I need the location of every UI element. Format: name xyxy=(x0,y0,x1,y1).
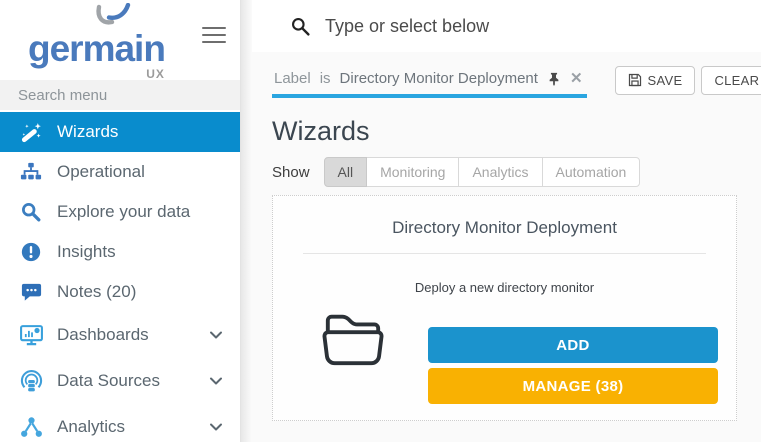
sidebar: germain UX Wizards Operational Explore you… xyxy=(0,0,240,442)
search-icon xyxy=(290,16,311,37)
tab-analytics[interactable]: Analytics xyxy=(458,157,542,187)
filter-row: Label is Directory Monitor Deployment ✕ xyxy=(272,62,761,98)
sidebar-nav: Wizards Operational Explore your data Insig… xyxy=(0,112,240,442)
page-title: Wizards xyxy=(272,116,761,147)
germain-logo: germain UX xyxy=(28,30,165,67)
card-divider xyxy=(303,253,706,254)
clear-button-label: CLEAR xyxy=(714,73,759,88)
sidebar-scrollbar[interactable] xyxy=(240,0,252,442)
folder-open-icon xyxy=(319,307,387,369)
wizard-card-buttons: ADD MANAGE (38) xyxy=(428,327,718,404)
wizard-card-description: Deploy a new directory monitor xyxy=(273,280,736,295)
tab-all[interactable]: All xyxy=(324,157,368,187)
show-tab-group: AllMonitoringAnalyticsAutomation xyxy=(324,157,641,187)
sidebar-header: germain UX xyxy=(0,0,240,80)
sidebar-item-label: Operational xyxy=(57,162,145,182)
brand-sub: UX xyxy=(146,67,165,81)
sidebar-item-data-sources[interactable]: Data Sources xyxy=(0,358,240,404)
show-filter-row: Show AllMonitoringAnalyticsAutomation xyxy=(272,157,761,187)
sidebar-item-label: Notes (20) xyxy=(57,282,136,302)
sidebar-item-label: Data Sources xyxy=(57,371,160,391)
sidebar-item-explore-your-data[interactable]: Explore your data xyxy=(0,192,240,232)
filter-operator: is xyxy=(320,70,331,87)
search-bar xyxy=(252,0,761,52)
chevron-down-icon[interactable] xyxy=(208,327,224,343)
sidebar-item-label: Explore your data xyxy=(57,202,190,222)
save-button[interactable]: SAVE xyxy=(615,66,696,95)
sidebar-item-wizards[interactable]: Wizards xyxy=(0,112,240,152)
pin-icon[interactable] xyxy=(547,72,561,86)
filter-buttons: SAVE CLEAR xyxy=(615,66,761,95)
chevron-down-icon[interactable] xyxy=(208,373,224,389)
search-input[interactable] xyxy=(325,16,761,37)
show-label: Show xyxy=(272,164,310,181)
exclamation-circle-icon xyxy=(18,239,44,265)
add-button[interactable]: ADD xyxy=(428,327,718,363)
chat-dots-icon xyxy=(18,279,44,305)
filter-field: Label xyxy=(274,70,311,87)
sidebar-item-operational[interactable]: Operational xyxy=(0,152,240,192)
close-icon[interactable]: ✕ xyxy=(570,71,583,86)
logo-swoosh-icon xyxy=(90,3,136,40)
tab-automation[interactable]: Automation xyxy=(542,157,641,187)
wizard-card-title: Directory Monitor Deployment xyxy=(273,218,736,238)
save-icon xyxy=(628,73,642,87)
sitemap-icon xyxy=(18,159,44,185)
sidebar-item-label: Dashboards xyxy=(57,325,149,345)
sidebar-search-input[interactable] xyxy=(0,80,240,110)
hamburger-menu-icon[interactable] xyxy=(202,22,226,48)
filter-chip[interactable]: Label is Directory Monitor Deployment ✕ xyxy=(272,70,587,98)
sidebar-item-label: Insights xyxy=(57,242,116,262)
clear-button[interactable]: CLEAR xyxy=(701,66,761,95)
sidebar-item-label: Analytics xyxy=(57,417,125,437)
manage-38-button[interactable]: MANAGE (38) xyxy=(428,368,718,404)
sidebar-item-dashboards[interactable]: Dashboards xyxy=(0,312,240,358)
search-icon xyxy=(18,199,44,225)
wizard-card-content: ADD MANAGE (38) xyxy=(273,307,736,404)
dashboard-monitor-icon xyxy=(18,322,44,348)
tab-monitoring[interactable]: Monitoring xyxy=(366,157,459,187)
chevron-down-icon[interactable] xyxy=(208,419,224,435)
save-button-label: SAVE xyxy=(648,73,683,88)
sidebar-item-label: Wizards xyxy=(57,122,118,142)
share-nodes-icon xyxy=(18,414,44,440)
filter-value: Directory Monitor Deployment xyxy=(340,70,538,87)
main-content: Label is Directory Monitor Deployment ✕ xyxy=(252,0,761,442)
sidebar-item-insights[interactable]: Insights xyxy=(0,232,240,272)
sidebar-item-analytics[interactable]: Analytics xyxy=(0,404,240,442)
database-signal-icon xyxy=(18,368,44,394)
wizard-card: Directory Monitor Deployment Deploy a ne… xyxy=(272,195,737,421)
sidebar-item-notes-20[interactable]: Notes (20) xyxy=(0,272,240,312)
magic-wand-icon xyxy=(18,119,44,145)
